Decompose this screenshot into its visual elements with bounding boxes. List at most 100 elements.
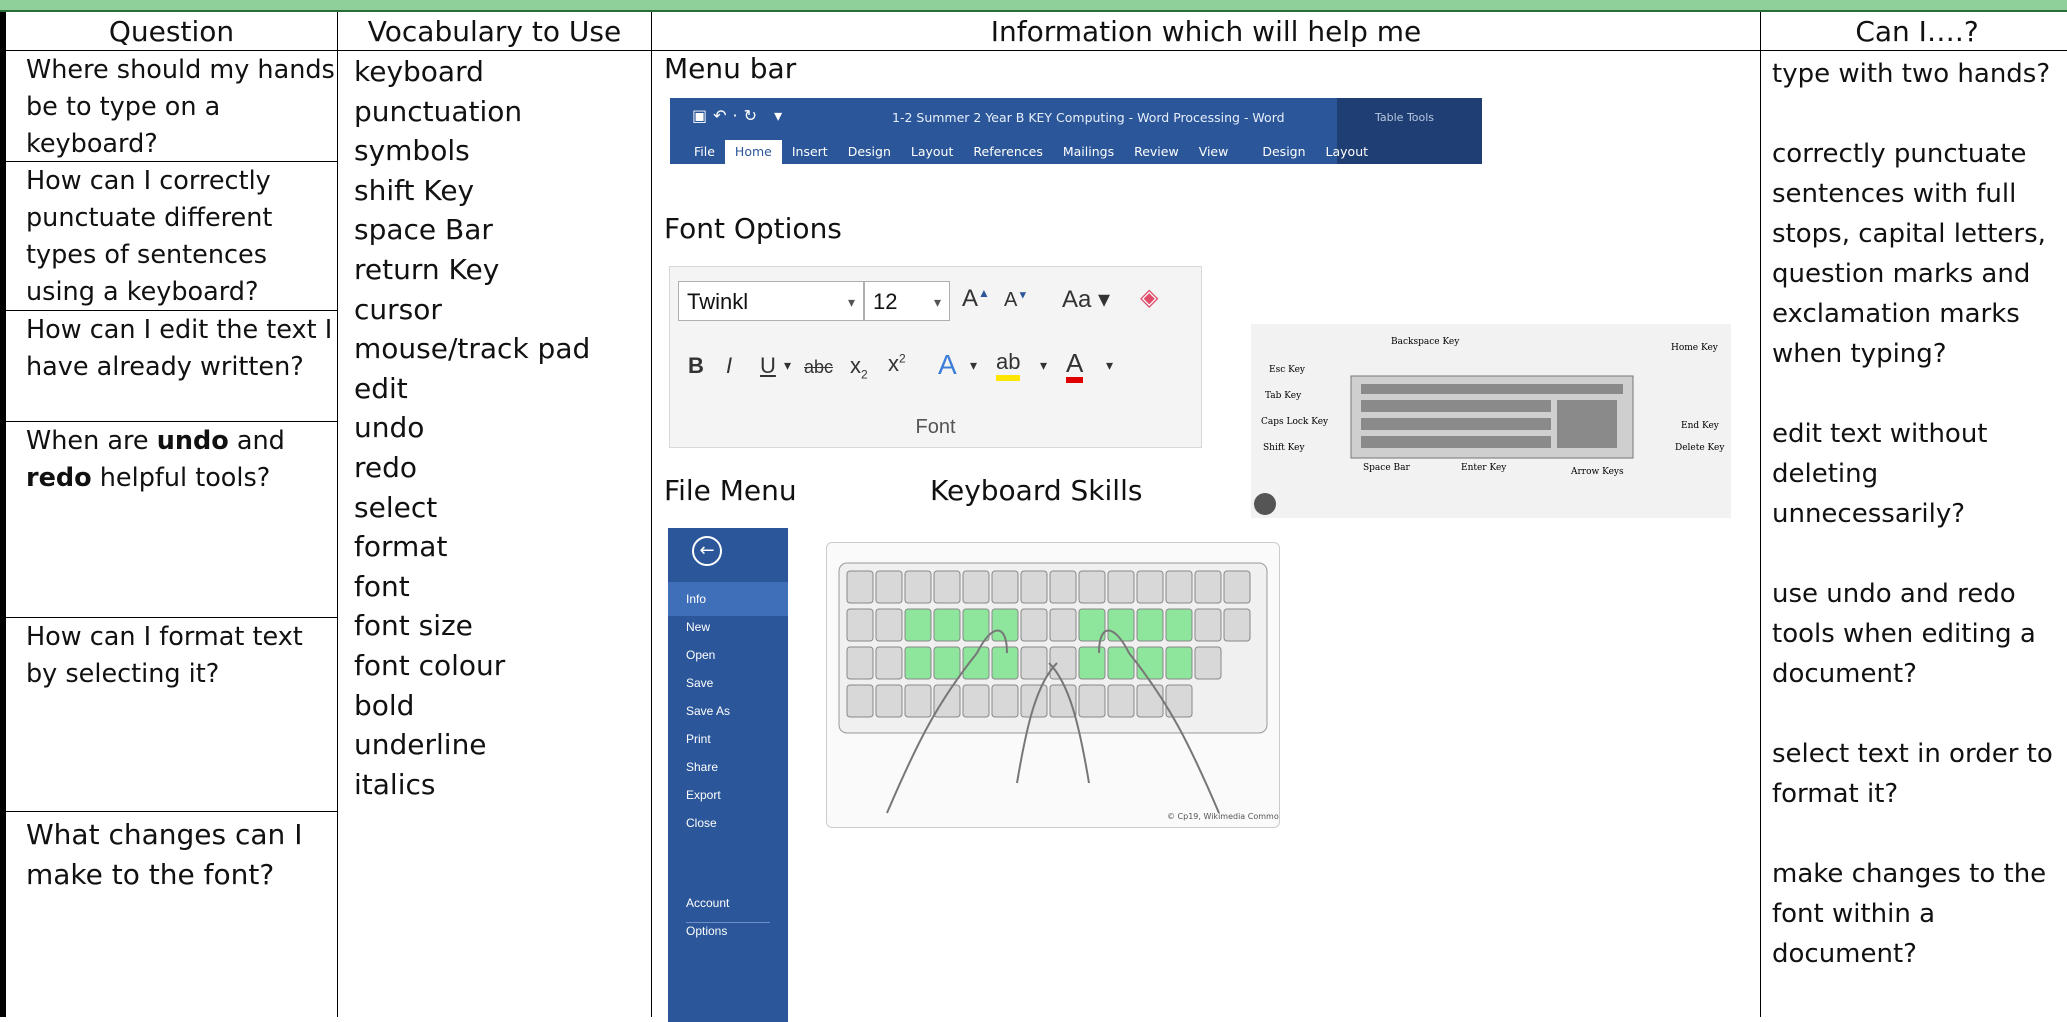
keyboard-key <box>904 684 932 718</box>
vocab-item: edit <box>354 371 408 405</box>
keyboard-key <box>1078 684 1106 718</box>
highlight-icon: ab <box>996 349 1021 381</box>
file-menu-item: Open <box>686 648 716 662</box>
ribbon-tab: File <box>694 144 715 159</box>
keyboard-key <box>962 646 990 680</box>
chevron-down-icon: ▾ <box>1106 357 1114 373</box>
strikethrough-icon: abc <box>804 357 834 377</box>
kb-label: Caps Lock Key <box>1261 417 1329 427</box>
file-menu-item: Options <box>686 924 728 938</box>
keyboard-key <box>933 570 961 604</box>
chevron-down-icon: ▾ <box>784 357 792 373</box>
ribbon-tab: Mailings <box>1062 144 1115 159</box>
row-divider <box>6 617 337 618</box>
keyboard-key <box>875 608 903 642</box>
keyboard-key <box>1078 646 1106 680</box>
keyboard-diagram-image: Backspace Key Home Key Esc Key Tab Key C… <box>1251 324 1731 518</box>
file-menu-item: Share <box>686 760 719 774</box>
keyboard-key <box>1136 608 1164 642</box>
font-options-label: Font Options <box>664 212 842 245</box>
keyboard-key <box>1020 646 1048 680</box>
keyboard-key <box>1136 646 1164 680</box>
keyboard-key <box>1020 608 1048 642</box>
keyboard-key <box>875 570 903 604</box>
row-divider <box>6 811 337 812</box>
kb-label: Home Key <box>1671 343 1719 353</box>
quick-access-icons: ▣↶·↻ ▾ <box>692 106 789 125</box>
vocab-item: bold <box>354 688 415 722</box>
header-can-i: Can I….? <box>1855 14 1979 48</box>
change-case-icon: Aa ▾ <box>1062 286 1111 313</box>
file-menu-item: Save <box>686 676 714 690</box>
keyboard-key <box>991 684 1019 718</box>
keyboard-key <box>962 684 990 718</box>
keyboard-key <box>991 570 1019 604</box>
keyboard-key <box>1107 646 1135 680</box>
question-3: How can I edit the text I have already w… <box>26 315 333 382</box>
ribbon-tab: Layout <box>910 144 954 159</box>
vocab-item: symbols <box>354 134 470 168</box>
keyboard-key <box>1194 646 1222 680</box>
kb-label: End Key <box>1681 421 1720 431</box>
keyboard-key <box>933 684 961 718</box>
chevron-down-icon: ▾ <box>847 294 855 310</box>
font-options-panel: Twinkl ▾ 12 ▾ A▲ A▼ Aa ▾ ◈ B I U ▾ abc x2 … <box>669 266 1202 448</box>
kb-label: Backspace Key <box>1391 337 1460 347</box>
ribbon-tab: Home <box>724 140 782 164</box>
file-menu-divider <box>686 922 770 923</box>
keyboard-key <box>1020 684 1048 718</box>
file-menu-label: File Menu <box>664 474 797 507</box>
keyboard-key <box>1194 570 1222 604</box>
ribbon-tab: Insert <box>791 144 828 159</box>
header-question: Question <box>108 14 235 48</box>
question-6: What changes can I make to the font? <box>26 818 303 891</box>
font-group-label: Font <box>915 416 956 438</box>
keyboard-diagram: Backspace Key Home Key Esc Key Tab Key C… <box>1254 337 1725 515</box>
can-i-list: type with two hands? correctly punctuate … <box>1772 54 2067 1014</box>
question-2: How can I correctly punctuate different … <box>26 166 273 307</box>
keyboard-key <box>846 646 874 680</box>
kb-label: Enter Key <box>1461 463 1507 473</box>
vocab-item: format <box>354 530 448 564</box>
question-5: How can I format text by selecting it? <box>26 622 303 689</box>
can-i-item: type with two hands? <box>1772 59 2051 89</box>
keyboard-skills-image: © Cp19, Wikimedia Commons <box>826 542 1288 828</box>
keyboard-hands-illustration: © Cp19, Wikimedia Commons <box>838 562 1288 821</box>
kb-label: Space Bar <box>1363 463 1410 473</box>
keyboard-key <box>962 570 990 604</box>
kb-label: Delete Key <box>1675 443 1725 453</box>
kb-label: Shift Key <box>1263 443 1305 453</box>
redo-bold: redo <box>26 463 92 493</box>
ribbon-tab: Review <box>1134 144 1179 159</box>
file-menu-item: Export <box>686 788 721 802</box>
text-effects-icon: A <box>938 349 957 380</box>
file-menu-item: Info <box>686 592 707 606</box>
vocab-item: font size <box>354 609 473 643</box>
keyboard-key <box>1049 684 1077 718</box>
chevron-down-icon: ▾ <box>1040 357 1048 373</box>
ribbon-tab: Design <box>1262 144 1306 159</box>
font-size: 12 <box>873 289 898 314</box>
menu-bar-title: 1-2 Summer 2 Year B KEY Computing - Word… <box>892 110 1285 125</box>
question-4: When are undo and redo helpful tools? <box>26 423 336 497</box>
vocab-item: return Key <box>354 252 500 286</box>
knowledge-organiser-table: Question Vocabulary to Use Information w… <box>0 12 2067 1022</box>
question-1: Where should my hands be to type on a ke… <box>26 55 335 159</box>
q4-text: When are <box>26 426 157 456</box>
keyboard-key <box>1136 570 1164 604</box>
keyboard-key <box>1107 684 1135 718</box>
vocab-item: shift Key <box>354 173 475 207</box>
keyboard-key <box>933 608 961 642</box>
keyboard-key <box>1107 608 1135 642</box>
vocab-item: punctuation <box>354 94 523 128</box>
keyboard-key <box>1078 570 1106 604</box>
kb-label: Esc Key <box>1269 365 1306 375</box>
shrink-font-icon: A▼ <box>1004 289 1029 311</box>
row-divider <box>6 421 337 422</box>
vocab-item: italics <box>354 767 436 801</box>
file-menu-panel: ← Info New Open Save Save As Print Share Export… <box>668 528 788 1022</box>
can-i-item: use undo and redo tools when editing a d… <box>1772 579 2036 689</box>
keyboard-key <box>991 646 1019 680</box>
vocab-item: underline <box>354 728 487 762</box>
file-menu-item: Close <box>686 816 717 830</box>
